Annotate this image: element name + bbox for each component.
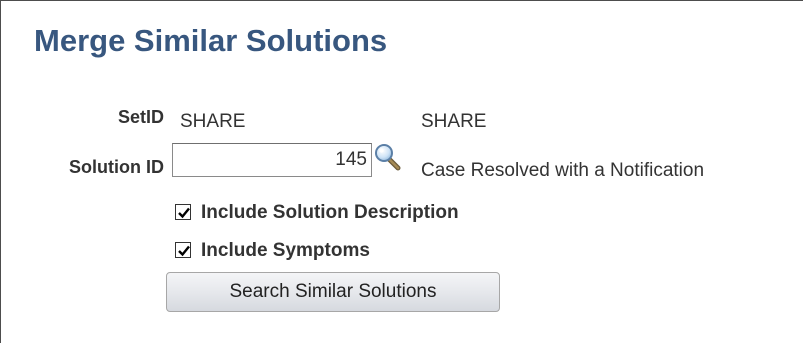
solution-description: Case Resolved with a Notification <box>421 160 705 181</box>
include-symptoms-label: Include Symptoms <box>201 239 370 261</box>
search-similar-solutions-button[interactable]: Search Similar Solutions <box>166 272 500 312</box>
solution-id-label: Solution ID <box>69 157 164 177</box>
checkmark-icon <box>178 245 190 257</box>
include-description-option: Include Solution Description <box>175 200 459 224</box>
page-title: Merge Similar Solutions <box>34 23 388 58</box>
magnifier-lookup-icon[interactable] <box>373 143 405 173</box>
setid-description: SHARE <box>421 111 487 132</box>
checkmark-icon <box>178 207 190 219</box>
include-description-label: Include Solution Description <box>201 201 459 223</box>
include-description-checkbox[interactable] <box>175 204 191 220</box>
setid-label: SetID <box>117 107 164 127</box>
setid-value: SHARE <box>180 111 246 132</box>
include-symptoms-option: Include Symptoms <box>175 238 370 262</box>
solution-id-input[interactable] <box>172 143 372 177</box>
include-symptoms-checkbox[interactable] <box>175 242 191 258</box>
